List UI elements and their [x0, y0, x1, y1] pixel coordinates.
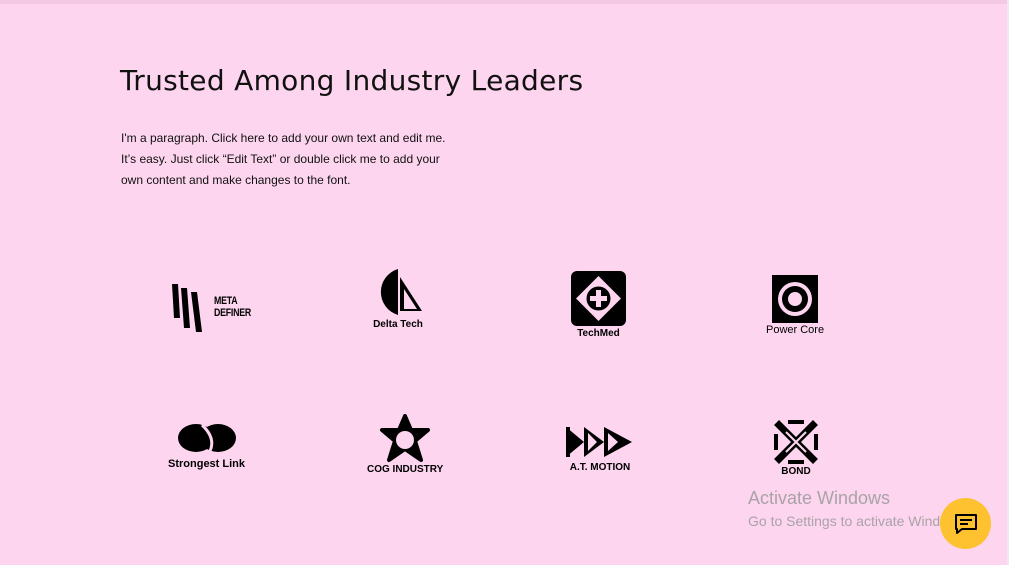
bond-label: BOND [781, 466, 811, 477]
delta-tech-label: Delta Tech [373, 319, 423, 330]
at-motion-label: A.T. MOTION [569, 462, 631, 473]
cog-star-icon [380, 414, 431, 462]
cog-industry-label: COG INDUSTRY [367, 464, 444, 475]
section-title: Trusted Among Industry Leaders [120, 64, 584, 97]
logo-bond: BOND [773, 419, 819, 477]
activate-windows-subtitle: Go to Settings to activate Windows. [748, 513, 969, 529]
power-core-label: Power Core [766, 324, 825, 336]
logo-meta-definer: META DEFINER [170, 282, 260, 334]
logo-techmed: TechMed [571, 271, 626, 339]
meta-definer-line2: DEFINER [214, 307, 251, 319]
meta-definer-logo-icon [172, 284, 202, 332]
logo-at-motion: A.T. MOTION [566, 425, 634, 473]
logo-cog-industry: COG INDUSTRY [367, 414, 443, 475]
strongest-link-label: Strongest Link [168, 458, 246, 470]
techmed-label: TechMed [577, 328, 620, 339]
logo-power-core: Power Core [766, 275, 824, 336]
logo-delta-tech: Delta Tech [372, 267, 424, 330]
power-core-logo-icon [772, 275, 819, 323]
logo-strongest-link: Strongest Link [168, 421, 245, 470]
paragraph-line-3: own content and make changes to the font… [121, 173, 351, 187]
delta-tech-logo-icon [380, 269, 422, 315]
top-divider [0, 0, 1009, 4]
meta-definer-line1: META [214, 295, 238, 307]
intro-paragraph: I'm a paragraph. Click here to add your … [121, 128, 481, 191]
chat-icon [954, 513, 977, 534]
link-loops-icon [177, 423, 236, 452]
chat-button[interactable] [940, 498, 991, 549]
lattice-x-icon [774, 420, 818, 464]
activate-windows-title: Activate Windows [748, 488, 891, 508]
triple-arrow-icon [566, 427, 632, 457]
paragraph-line-2: It’s easy. Just click “Edit Text” or dou… [121, 152, 440, 166]
plus-diamond-icon [571, 271, 626, 326]
paragraph-line-1: I'm a paragraph. Click here to add your … [121, 131, 446, 145]
